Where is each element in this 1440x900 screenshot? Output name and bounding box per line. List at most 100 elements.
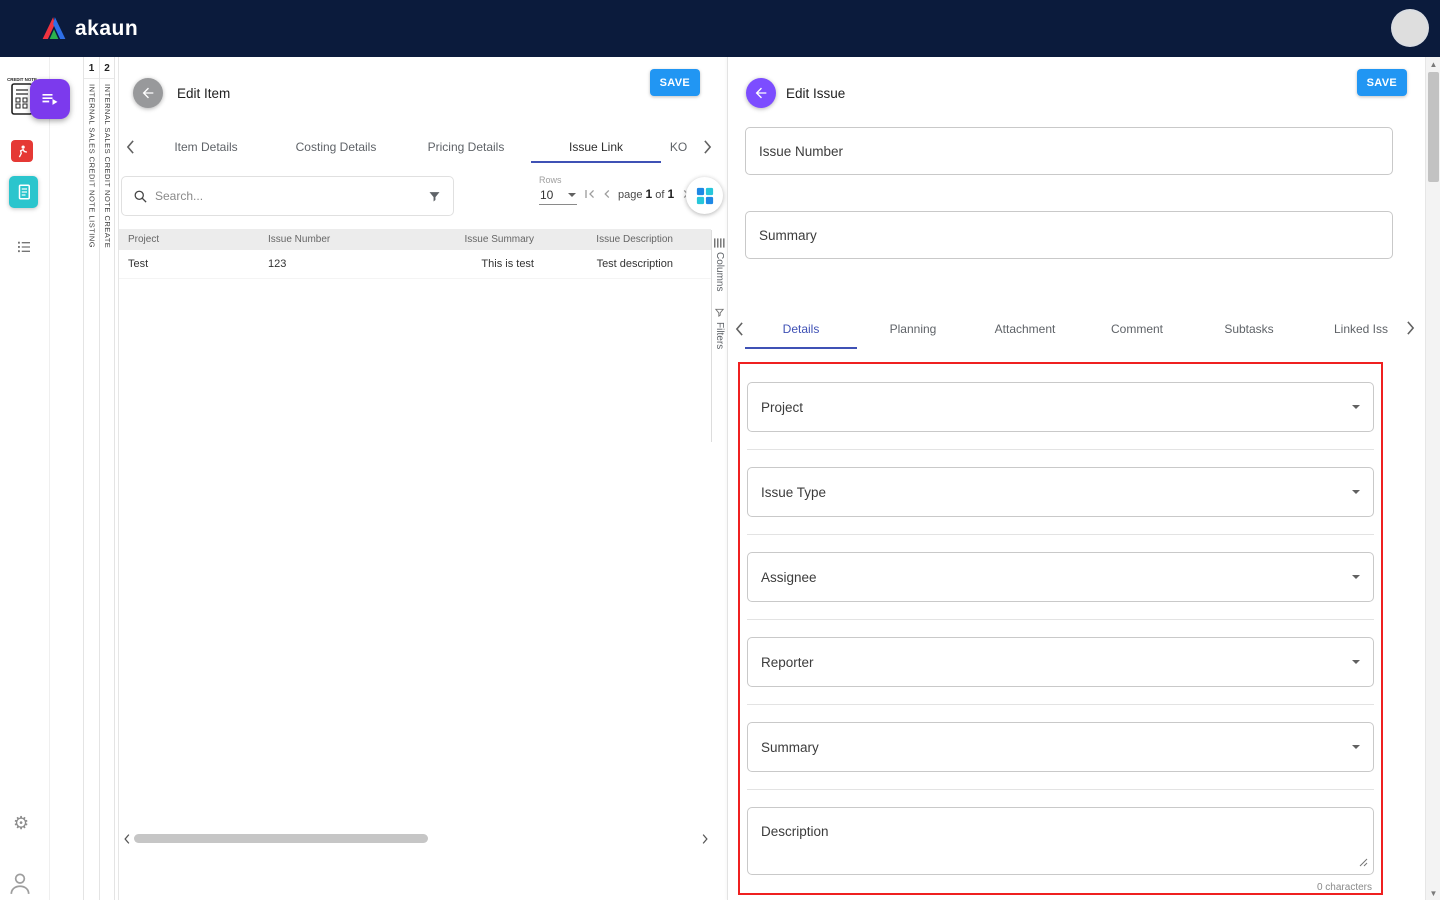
rows-select[interactable]: 10 xyxy=(539,185,577,205)
first-page-icon[interactable] xyxy=(581,184,598,204)
col-project: Project xyxy=(119,234,268,245)
sidebar-item-document-applet[interactable] xyxy=(9,176,38,208)
chevron-down-icon xyxy=(1352,575,1360,579)
profile-icon[interactable] xyxy=(7,868,33,900)
hscroll-right-icon[interactable] xyxy=(699,832,711,845)
vertical-scrollbar: ▲ ▼ xyxy=(1425,57,1440,900)
tabs-scroll-left-icon[interactable] xyxy=(119,131,141,163)
edit-issue-back-button[interactable] xyxy=(746,78,776,108)
hscroll-thumb[interactable] xyxy=(134,834,428,843)
tab-planning[interactable]: Planning xyxy=(857,309,969,349)
resize-handle-icon[interactable] xyxy=(1359,855,1368,870)
cell-issue-summary: This is test xyxy=(418,258,534,270)
issue-type-dropdown[interactable]: Issue Type xyxy=(747,467,1374,517)
topbar: akaun xyxy=(0,0,1440,57)
divider xyxy=(747,704,1374,705)
reporter-dropdown[interactable]: Reporter xyxy=(747,637,1374,687)
sidebar-item-list[interactable] xyxy=(15,238,33,256)
scroll-down-icon[interactable]: ▼ xyxy=(1426,886,1440,900)
description-textarea[interactable]: Description xyxy=(747,807,1374,875)
back-arrow-icon xyxy=(753,85,769,101)
sidebar: CREDIT NOTE xyxy=(0,57,50,900)
edit-issue-title: Edit Issue xyxy=(786,86,845,101)
drag-grip-icon xyxy=(714,238,725,248)
filters-funnel-icon xyxy=(714,307,725,318)
brand-name: akaun xyxy=(75,17,138,41)
runner-icon xyxy=(15,144,30,159)
tab-item-details[interactable]: Item Details xyxy=(141,131,271,163)
reporter-label: Reporter xyxy=(761,655,814,670)
issue-number-label: Issue Number xyxy=(759,144,843,159)
issue-table-header: Project Issue Number Issue Summary Issue… xyxy=(119,229,711,250)
chevron-down-icon xyxy=(1352,660,1360,664)
tabs-scroll-right-icon[interactable] xyxy=(696,131,718,163)
sidebar-item-red-applet[interactable] xyxy=(11,140,33,162)
edit-item-back-button[interactable] xyxy=(133,78,163,108)
page-indicator: page 1 of 1 xyxy=(618,187,674,201)
akaun-logo-icon xyxy=(40,16,68,41)
edit-item-tabs: Item Details Costing Details Pricing Det… xyxy=(119,131,727,163)
scroll-up-icon[interactable]: ▲ xyxy=(1426,57,1440,71)
filter-funnel-icon[interactable] xyxy=(427,189,442,204)
divider xyxy=(747,619,1374,620)
tab-details[interactable]: Details xyxy=(745,309,857,349)
rows-value: 10 xyxy=(540,188,553,202)
back-arrow-icon xyxy=(140,85,156,101)
rows-label: Rows xyxy=(539,175,583,185)
workspace-tab-2[interactable]: 2 INTERNAL SALES CREDIT NOTE CREATE xyxy=(99,57,115,900)
person-outline-icon xyxy=(7,868,33,898)
divider xyxy=(747,449,1374,450)
grid-view-button[interactable] xyxy=(686,177,723,214)
tab-pricing-details[interactable]: Pricing Details xyxy=(401,131,531,163)
assignee-dropdown[interactable]: Assignee xyxy=(747,552,1374,602)
search-input[interactable] xyxy=(155,189,420,203)
tab-comment[interactable]: Comment xyxy=(1081,309,1193,349)
hscroll-left-icon[interactable] xyxy=(121,832,133,845)
edit-issue-panel: Edit Issue SAVE Issue Number Summary Det… xyxy=(727,57,1425,900)
workspace-tab-1[interactable]: 1 INTERNAL SALES CREDIT NOTE LISTING xyxy=(83,57,99,900)
tab-issue-link[interactable]: Issue Link xyxy=(531,131,661,163)
playlist-icon xyxy=(40,89,60,109)
summary-field[interactable]: Summary xyxy=(745,211,1393,259)
edit-issue-tabs: Details Planning Attachment Comment Subt… xyxy=(734,309,1417,349)
project-dropdown[interactable]: Project xyxy=(747,382,1374,432)
workspace-tab-strip: 1 INTERNAL SALES CREDIT NOTE LISTING 2 I… xyxy=(83,57,115,900)
edit-item-save-button[interactable]: SAVE xyxy=(650,69,700,96)
document-icon xyxy=(15,182,33,202)
search-icon xyxy=(133,189,148,204)
summary-dropdown[interactable]: Summary xyxy=(747,722,1374,772)
grid-icon xyxy=(696,187,714,205)
sidebar-item-active-applet[interactable] xyxy=(30,79,70,119)
issue-number-field[interactable]: Issue Number xyxy=(745,127,1393,175)
edit-item-title: Edit Item xyxy=(177,86,230,101)
table-row[interactable]: Test 123 This is test Test description xyxy=(119,250,711,279)
vscroll-thumb[interactable] xyxy=(1428,72,1439,182)
tab-costing-details[interactable]: Costing Details xyxy=(271,131,401,163)
tab-attachment[interactable]: Attachment xyxy=(969,309,1081,349)
columns-tool[interactable]: Columns xyxy=(714,238,725,291)
summary-field-label: Summary xyxy=(761,740,819,755)
workspace-tab-1-number: 1 xyxy=(84,57,99,79)
workspace-tab-2-label: INTERNAL SALES CREDIT NOTE CREATE xyxy=(103,84,111,248)
cell-issue-description: Test description xyxy=(534,258,673,270)
chevron-down-icon xyxy=(1352,745,1360,749)
prev-page-icon[interactable] xyxy=(598,184,615,204)
tab-ko-partial[interactable]: KO xyxy=(661,131,696,163)
divider xyxy=(747,534,1374,535)
details-form-highlight: Project Issue Type Assignee Reporter Sum… xyxy=(738,362,1383,895)
issue-type-label: Issue Type xyxy=(761,485,826,500)
settings-gear-icon[interactable]: ⚙ xyxy=(13,813,29,834)
filters-tool[interactable]: Filters xyxy=(714,307,725,349)
tab-subtasks[interactable]: Subtasks xyxy=(1193,309,1305,349)
brand-logo[interactable]: akaun xyxy=(40,16,138,41)
horizontal-scrollbar xyxy=(121,831,711,846)
description-label: Description xyxy=(761,824,829,839)
divider xyxy=(747,789,1374,790)
edit-issue-save-button[interactable]: SAVE xyxy=(1357,69,1407,96)
issue-tabs-scroll-left-icon[interactable] xyxy=(734,309,745,349)
workspace-tab-2-number: 2 xyxy=(100,57,114,79)
screen: akaun CREDIT NOTE xyxy=(0,0,1440,900)
assignee-label: Assignee xyxy=(761,570,817,585)
issue-tabs-scroll-right-icon[interactable] xyxy=(1399,321,1421,335)
user-avatar[interactable] xyxy=(1393,11,1427,45)
